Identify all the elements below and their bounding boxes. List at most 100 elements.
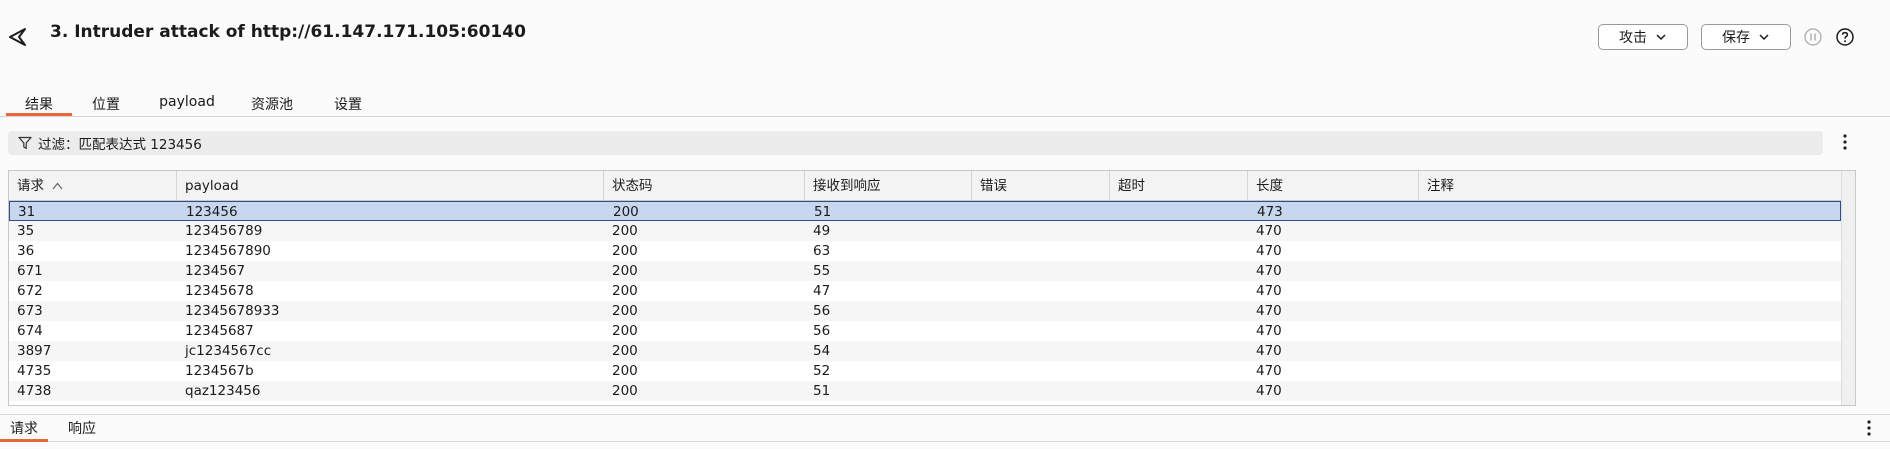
chevron-down-icon <box>1759 34 1769 41</box>
table-cell: 200 <box>612 343 638 359</box>
table-cell <box>1419 241 1841 261</box>
attack-button-label: 攻击 <box>1619 30 1647 46</box>
tab-payload[interactable]: payload <box>150 92 224 116</box>
table-cell: 470 <box>1256 303 1282 319</box>
back-triangle-icon[interactable] <box>6 26 28 48</box>
save-button[interactable]: 保存 <box>1701 24 1791 50</box>
table-cell: jc1234567cc <box>185 343 272 359</box>
table-cell <box>972 321 1110 341</box>
table-row[interactable]: 672 12345678 200 47 470 <box>9 281 1841 301</box>
table-row[interactable]: 35 123456789 200 49 470 <box>9 221 1841 241</box>
sort-ascending-icon <box>52 182 63 190</box>
filter-icon <box>18 136 32 150</box>
table-cell <box>972 241 1110 261</box>
table-cell: 671 <box>17 263 43 279</box>
save-button-label: 保存 <box>1722 30 1750 46</box>
table-cell <box>972 221 1110 241</box>
table-cell <box>1110 301 1248 321</box>
table-cell: 200 <box>612 383 638 399</box>
table-cell: 123456789 <box>185 223 263 239</box>
column-header-status[interactable]: 状态码 <box>604 171 805 201</box>
tab-request[interactable]: 请求 <box>0 418 48 442</box>
column-header-request[interactable]: 请求 <box>9 171 177 201</box>
kebab-menu-icon[interactable] <box>1862 418 1876 438</box>
table-cell: 1234567890 <box>185 243 271 259</box>
table-cell: 3897 <box>17 343 52 359</box>
table-cell <box>972 281 1110 301</box>
table-row[interactable]: 673 12345678933 200 56 470 <box>9 301 1841 321</box>
table-cell: 672 <box>17 283 43 299</box>
table-cell <box>1419 361 1841 381</box>
table-cell: 12345678933 <box>185 303 280 319</box>
table-cell <box>1419 221 1841 241</box>
column-header-response-received[interactable]: 接收到响应 <box>805 171 972 201</box>
filter-bar[interactable]: 过滤：匹配表达式 123456 <box>8 131 1823 155</box>
tab-resource-pool[interactable]: 资源池 <box>244 92 300 116</box>
table-cell: 200 <box>612 263 638 279</box>
table-row[interactable]: 4738 qaz123456 200 51 470 <box>9 381 1841 401</box>
attack-button[interactable]: 攻击 <box>1598 24 1688 50</box>
table-cell: 200 <box>612 243 638 259</box>
table-cell: 31 <box>18 204 36 220</box>
table-cell <box>1419 281 1841 301</box>
tab-positions[interactable]: 位置 <box>84 92 128 116</box>
table-cell <box>1110 341 1248 361</box>
table-row[interactable]: 4735 1234567b 200 52 470 <box>9 361 1841 381</box>
table-cell: 470 <box>1256 323 1282 339</box>
table-cell: 49 <box>813 223 831 239</box>
table-cell <box>1419 381 1841 401</box>
table-cell: 4738 <box>17 383 52 399</box>
column-header-error[interactable]: 错误 <box>972 171 1110 201</box>
table-cell: 470 <box>1256 223 1282 239</box>
kebab-menu-icon[interactable] <box>1838 132 1852 152</box>
table-cell: 35 <box>17 223 35 239</box>
table-cell <box>972 381 1110 401</box>
table-cell <box>1419 341 1841 361</box>
table-cell <box>972 301 1110 321</box>
column-header-timeout[interactable]: 超时 <box>1110 171 1248 201</box>
table-cell <box>1110 221 1248 241</box>
table-cell <box>1419 321 1841 341</box>
table-row[interactable]: 671 1234567 200 55 470 <box>9 261 1841 281</box>
table-cell <box>1419 301 1841 321</box>
table-row[interactable]: 3897 jc1234567cc 200 54 470 <box>9 341 1841 361</box>
table-cell <box>1110 281 1248 301</box>
table-cell: 52 <box>813 363 831 379</box>
table-cell: 12345678 <box>185 283 254 299</box>
table-cell: 1234567 <box>185 263 246 279</box>
table-cell <box>1420 202 1842 222</box>
table-cell: 200 <box>612 303 638 319</box>
vertical-scrollbar[interactable] <box>1841 171 1855 405</box>
column-header-payload[interactable]: payload <box>177 171 604 201</box>
table-row[interactable]: 31 123456 200 51 473 <box>9 201 1841 221</box>
tab-response[interactable]: 响应 <box>60 418 104 442</box>
table-cell: 51 <box>813 383 831 399</box>
tab-settings[interactable]: 设置 <box>326 92 370 116</box>
tab-results[interactable]: 结果 <box>6 92 72 116</box>
table-cell: 51 <box>814 204 832 220</box>
column-header-length[interactable]: 长度 <box>1248 171 1419 201</box>
table-cell: 470 <box>1256 363 1282 379</box>
pause-icon[interactable] <box>1803 27 1823 47</box>
help-icon[interactable] <box>1835 27 1855 47</box>
table-cell: 56 <box>813 303 831 319</box>
table-cell: 200 <box>613 204 639 220</box>
table-cell: 47 <box>813 283 831 299</box>
table-cell <box>1110 241 1248 261</box>
table-cell <box>1419 261 1841 281</box>
table-cell: 200 <box>612 223 638 239</box>
title-bar: 3. Intruder attack of http://61.147.171.… <box>0 0 1890 72</box>
table-cell: 36 <box>17 243 35 259</box>
table-cell: qaz123456 <box>185 383 261 399</box>
table-cell: 674 <box>17 323 43 339</box>
table-cell: 4735 <box>17 363 52 379</box>
table-cell: 470 <box>1256 243 1282 259</box>
table-cell: 56 <box>813 323 831 339</box>
table-cell <box>1110 381 1248 401</box>
table-row[interactable]: 36 1234567890 200 63 470 <box>9 241 1841 261</box>
table-cell <box>973 202 1111 222</box>
table-row[interactable]: 674 12345687 200 56 470 <box>9 321 1841 341</box>
table-cell: 200 <box>612 363 638 379</box>
column-header-comment[interactable]: 注释 <box>1419 171 1841 201</box>
table-cell <box>1110 361 1248 381</box>
